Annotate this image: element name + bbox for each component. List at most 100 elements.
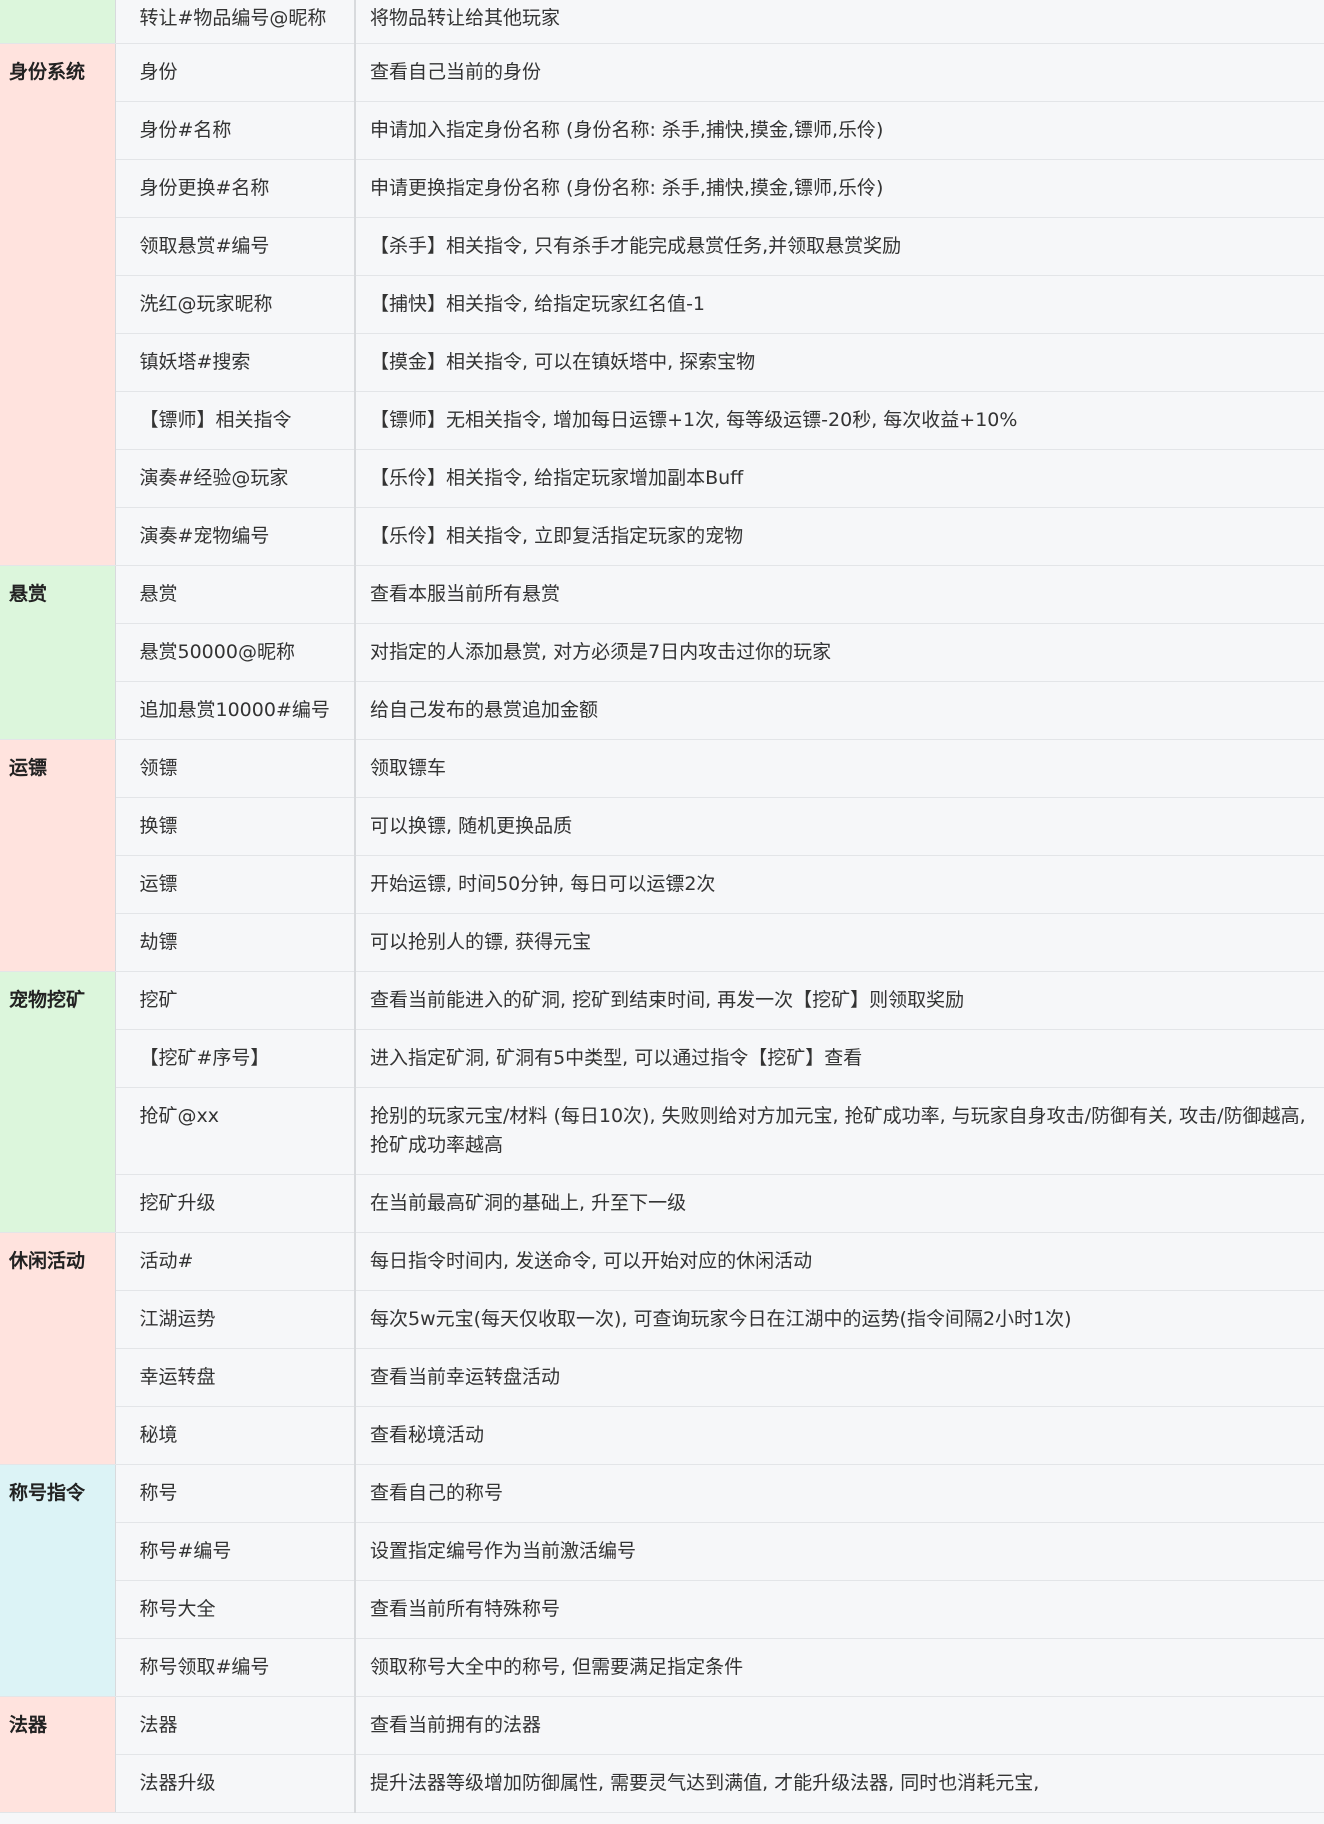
command-cell: 抢矿@xx [115,1087,356,1175]
table-row: 称号大全 查看当前所有特殊称号 [0,1580,1324,1639]
table-row: 法器升级 提升法器等级增加防御属性, 需要灵气达到满值, 才能升级法器, 同时也消… [0,1754,1324,1813]
description-cell: 开始运镖, 时间50分钟, 每日可以运镖2次 [355,855,1324,914]
category-cell: 休闲活动 [0,1232,116,1465]
command-cell: 领取悬赏#编号 [115,217,356,276]
description-cell: 设置指定编号作为当前激活编号 [355,1522,1324,1581]
table-row: 镇妖塔#搜索 【摸金】相关指令, 可以在镇妖塔中, 探索宝物 [0,333,1324,392]
command-cell: 称号大全 [115,1580,356,1639]
description-cell: 【镖师】无相关指令, 增加每日运镖+1次, 每等级运镖-20秒, 每次收益+10… [355,391,1324,450]
table-row: 称号#编号 设置指定编号作为当前激活编号 [0,1522,1324,1581]
command-cell: 洗红@玩家昵称 [115,275,356,334]
description-cell: 查看自己当前的身份 [355,43,1324,102]
command-cell: 身份更换#名称 [115,159,356,218]
table-row: 休闲活动 活动# 每日指令时间内, 发送命令, 可以开始对应的休闲活动 [0,1232,1324,1465]
table-row: 【挖矿#序号】 进入指定矿洞, 矿洞有5中类型, 可以通过指令【挖矿】查看 [0,1029,1324,1088]
table-row: 悬赏 悬赏 查看本服当前所有悬赏 [0,565,1324,740]
command-cell: 【挖矿#序号】 [115,1029,356,1088]
description-cell: 领取镖车 [355,739,1324,798]
description-cell: 申请更换指定身份名称 (身份名称: 杀手,捕快,摸金,镖师,乐伶) [355,159,1324,218]
table-row: 悬赏50000@昵称 对指定的人添加悬赏, 对方必须是7日内攻击过你的玩家 [0,623,1324,682]
command-cell: 【镖师】相关指令 [115,391,356,450]
table-row: 演奏#经验@玩家 【乐伶】相关指令, 给指定玩家增加副本Buff [0,449,1324,508]
command-cell: 镇妖塔#搜索 [115,333,356,392]
description-cell: 查看当前拥有的法器 [355,1696,1324,1755]
table-row: 领取悬赏#编号 【杀手】相关指令, 只有杀手才能完成悬赏任务,并领取悬赏奖励 [0,217,1324,276]
table-row: 宠物挖矿 挖矿 查看当前能进入的矿洞, 挖矿到结束时间, 再发一次【挖矿】则领取奖励 [0,971,1324,1233]
description-cell: 【摸金】相关指令, 可以在镇妖塔中, 探索宝物 [355,333,1324,392]
table-row: 换镖 可以换镖, 随机更换品质 [0,797,1324,856]
table-row: 演奏#宠物编号 【乐伶】相关指令, 立即复活指定玩家的宠物 [0,507,1324,566]
description-cell: 每日指令时间内, 发送命令, 可以开始对应的休闲活动 [355,1232,1324,1291]
description-cell: 每次5w元宝(每天仅收取一次), 可查询玩家今日在江湖中的运势(指令间隔2小时1… [355,1290,1324,1349]
description-cell: 查看当前幸运转盘活动 [355,1348,1324,1407]
category-cell: 悬赏 [0,565,116,740]
table-row: 挖矿升级 在当前最高矿洞的基础上, 升至下一级 [0,1174,1324,1233]
description-cell: 【乐伶】相关指令, 立即复活指定玩家的宠物 [355,507,1324,566]
description-cell: 【乐伶】相关指令, 给指定玩家增加副本Buff [355,449,1324,508]
command-cell: 换镖 [115,797,356,856]
command-cell: 称号 [115,1464,356,1523]
category-cell: 法器 [0,1696,116,1813]
command-cell: 秘境 [115,1406,356,1465]
table-row: 法器 法器 查看当前拥有的法器 [0,1696,1324,1813]
command-cell: 法器升级 [115,1754,356,1813]
table-row: 转让#物品编号@昵称 将物品转让给其他玩家 [0,0,1324,44]
table-row: 洗红@玩家昵称 【捕快】相关指令, 给指定玩家红名值-1 [0,275,1324,334]
command-cell: 演奏#经验@玩家 [115,449,356,508]
command-cell: 身份#名称 [115,101,356,160]
description-cell: 【捕快】相关指令, 给指定玩家红名值-1 [355,275,1324,334]
table-row: 抢矿@xx 抢别的玩家元宝/材料 (每日10次), 失败则给对方加元宝, 抢矿成功… [0,1087,1324,1175]
command-cell: 活动# [115,1232,356,1291]
table-row: 秘境 查看秘境活动 [0,1406,1324,1465]
table-row: 身份更换#名称 申请更换指定身份名称 (身份名称: 杀手,捕快,摸金,镖师,乐伶) [0,159,1324,218]
description-cell: 【杀手】相关指令, 只有杀手才能完成悬赏任务,并领取悬赏奖励 [355,217,1324,276]
description-cell: 可以抢别人的镖, 获得元宝 [355,913,1324,972]
table-row: 身份系统 身份 查看自己当前的身份 [0,43,1324,566]
description-cell: 可以换镖, 随机更换品质 [355,797,1324,856]
table-row: 身份#名称 申请加入指定身份名称 (身份名称: 杀手,捕快,摸金,镖师,乐伶) [0,101,1324,160]
description-cell: 查看本服当前所有悬赏 [355,565,1324,624]
description-cell: 将物品转让给其他玩家 [355,0,1324,44]
command-cell: 挖矿 [115,971,356,1030]
description-cell: 抢别的玩家元宝/材料 (每日10次), 失败则给对方加元宝, 抢矿成功率, 与玩… [355,1087,1324,1175]
category-cell [0,0,116,44]
command-cell: 身份 [115,43,356,102]
command-cell: 幸运转盘 [115,1348,356,1407]
command-cell: 称号#编号 [115,1522,356,1581]
table-row: 劫镖 可以抢别人的镖, 获得元宝 [0,913,1324,972]
description-cell: 查看秘境活动 [355,1406,1324,1465]
description-cell: 查看自己的称号 [355,1464,1324,1523]
table-row: 运镖 开始运镖, 时间50分钟, 每日可以运镖2次 [0,855,1324,914]
table-row: 追加悬赏10000#编号 给自己发布的悬赏追加金额 [0,681,1324,740]
table-row: 称号指令 称号 查看自己的称号 [0,1464,1324,1697]
table-row: 运镖 领镖 领取镖车 [0,739,1324,972]
table-row: 称号领取#编号 领取称号大全中的称号, 但需要满足指定条件 [0,1638,1324,1697]
table-row: 幸运转盘 查看当前幸运转盘活动 [0,1348,1324,1407]
command-cell: 挖矿升级 [115,1174,356,1233]
command-cell: 江湖运势 [115,1290,356,1349]
command-cell: 演奏#宠物编号 [115,507,356,566]
description-cell: 进入指定矿洞, 矿洞有5中类型, 可以通过指令【挖矿】查看 [355,1029,1324,1088]
command-cell: 悬赏50000@昵称 [115,623,356,682]
description-cell: 提升法器等级增加防御属性, 需要灵气达到满值, 才能升级法器, 同时也消耗元宝, [355,1754,1324,1813]
command-cell: 转让#物品编号@昵称 [115,0,356,44]
command-cell: 悬赏 [115,565,356,624]
command-cell: 称号领取#编号 [115,1638,356,1697]
description-cell: 在当前最高矿洞的基础上, 升至下一级 [355,1174,1324,1233]
command-table: 转让#物品编号@昵称 将物品转让给其他玩家 身份系统 身份 查看自己当前的身份 身份#名称… [0,0,1324,1813]
description-cell: 给自己发布的悬赏追加金额 [355,681,1324,740]
category-cell: 称号指令 [0,1464,116,1697]
description-cell: 领取称号大全中的称号, 但需要满足指定条件 [355,1638,1324,1697]
category-cell: 宠物挖矿 [0,971,116,1233]
category-cell: 运镖 [0,739,116,972]
description-cell: 查看当前能进入的矿洞, 挖矿到结束时间, 再发一次【挖矿】则领取奖励 [355,971,1324,1030]
table-row: 【镖师】相关指令 【镖师】无相关指令, 增加每日运镖+1次, 每等级运镖-20秒,… [0,391,1324,450]
description-cell: 申请加入指定身份名称 (身份名称: 杀手,捕快,摸金,镖师,乐伶) [355,101,1324,160]
command-cell: 领镖 [115,739,356,798]
command-cell: 追加悬赏10000#编号 [115,681,356,740]
command-cell: 法器 [115,1696,356,1755]
command-cell: 运镖 [115,855,356,914]
table-row: 江湖运势 每次5w元宝(每天仅收取一次), 可查询玩家今日在江湖中的运势(指令间隔… [0,1290,1324,1349]
category-cell: 身份系统 [0,43,116,566]
description-cell: 查看当前所有特殊称号 [355,1580,1324,1639]
